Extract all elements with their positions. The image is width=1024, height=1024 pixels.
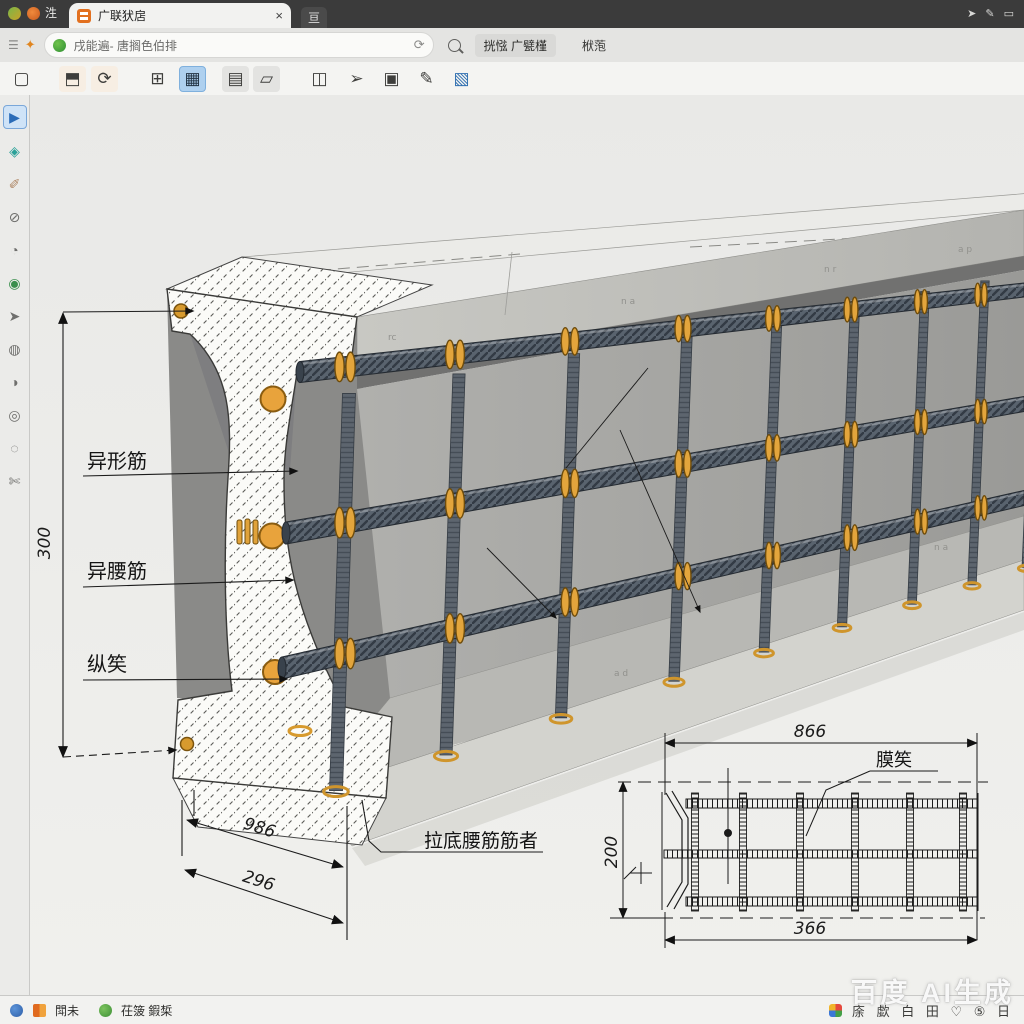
task-label-2[interactable]: 茌箥 鍜椞 [121, 1002, 172, 1019]
tool-orbit[interactable]: ⟳ [91, 66, 118, 92]
faint-mark: rc [388, 333, 397, 343]
status-bar: 閗未 茌箥 鍜椞 庩 歔 白 田 ♡ ⑤ 日 [0, 995, 1024, 1024]
layers-icon: ▤ [227, 69, 243, 89]
search-icon[interactable] [448, 39, 461, 52]
faint-mark: n a [934, 543, 948, 553]
frame-icon: ▢ [13, 69, 29, 89]
sidebar-pin-icon[interactable]: ➤ [4, 305, 26, 327]
url-field[interactable]: 戌能遍- 唐搁色伯排 ⟳ [44, 32, 434, 58]
office-task-icon[interactable] [33, 1004, 46, 1017]
excel-task-icon[interactable] [99, 1004, 112, 1017]
bar-end-mid [260, 524, 285, 549]
slab-icon: ▱ [260, 69, 273, 89]
site-icon [53, 39, 66, 52]
label-profile-bar: 异形筋 [87, 449, 147, 473]
tab-close-icon[interactable]: × [275, 8, 283, 23]
sidebar-scissors-icon[interactable]: ✄ [4, 470, 26, 492]
sidebar-diamond-icon[interactable]: ◈ [4, 140, 26, 162]
sidebar-orbit-icon[interactable]: ◔ [4, 239, 26, 261]
refresh-icon[interactable]: ⟳ [414, 37, 425, 53]
image-icon: ▧ [453, 69, 469, 89]
section-icon: ⬒ [64, 69, 80, 89]
grid-plus-icon: ⊞ [150, 69, 164, 89]
arrow-icon: ➢ [349, 69, 363, 89]
tool-annotate[interactable]: ✎ [413, 66, 440, 92]
tool-image[interactable]: ▧ [448, 66, 475, 92]
tray-icons[interactable]: 庩 歔 白 田 ♡ ⑤ 日 [852, 1001, 1014, 1020]
tool-flow[interactable]: ➢ [343, 66, 370, 92]
pen-icon: ✎ [419, 69, 433, 89]
tool-cage[interactable]: ◫ [306, 66, 333, 92]
tool-slab[interactable]: ▱ [253, 66, 280, 92]
faint-mark: a p [958, 245, 972, 255]
sidebar-shade-icon[interactable]: ◍ [4, 338, 26, 360]
window-label: 泩 [45, 4, 57, 21]
cage-icon: ◫ [311, 69, 327, 89]
detail-dim-bottom: 366 [794, 919, 827, 939]
detail-dim-side: 200 [602, 836, 622, 868]
tab-strip: 泩 广联犾扂 × 亘 ➤ ✎ ▭ [0, 0, 1024, 28]
tool-select-frame[interactable]: ▢ [8, 66, 35, 92]
browser-task-icon[interactable] [10, 1004, 23, 1017]
faint-mark: a d [614, 669, 628, 679]
color-palette-icon[interactable] [829, 1004, 842, 1017]
sidebar-ring-icon[interactable]: ◌ [4, 437, 26, 459]
dim-height: 300 [35, 527, 55, 559]
tool-rebar-grid[interactable]: ▦ [179, 66, 206, 92]
dim-width-2: 296 [240, 867, 277, 896]
tool-save-view[interactable]: ▣ [378, 66, 405, 92]
label-longitudinal-bar: 纵笶 [87, 652, 127, 676]
search-hint-chip[interactable]: 挄惤 广甓槿 [475, 34, 556, 57]
sidebar-globe-icon[interactable]: ◉ [4, 272, 26, 294]
detail-drawing [610, 733, 988, 948]
drawing-canvas[interactable]: 300 异形筋 异腰筋 纵笶 986 296 拉底腰筋筋者 rc n r a p… [30, 95, 1024, 995]
detail-dim-top: 866 [794, 722, 827, 742]
orbit-icon: ⟳ [97, 69, 111, 89]
edit-icon[interactable]: ✎ [985, 7, 994, 20]
search-hint-secondary[interactable]: 栿萢 [582, 37, 606, 54]
sidebar-target-icon[interactable]: ◎ [4, 404, 26, 426]
tab-favicon-icon [77, 9, 91, 23]
tool-grid-new[interactable]: ⊞ [144, 66, 171, 92]
detail-label: 膜笶 [876, 750, 912, 771]
new-tab-button[interactable]: 亘 [301, 7, 327, 28]
tool-layers[interactable]: ▤ [222, 66, 249, 92]
share-icon[interactable]: ➤ [967, 7, 976, 20]
beam-drawing: 300 异形筋 异腰筋 纵笶 986 296 拉底腰筋筋者 rc n r a p… [30, 95, 1024, 995]
sidebar-pointer-icon[interactable]: ▶ [3, 105, 27, 129]
sidebar-contrast-icon[interactable]: ◑ [4, 371, 26, 393]
faint-mark: n r [824, 265, 837, 275]
system-tray: 庩 歔 白 田 ♡ ⑤ 日 [829, 1001, 1024, 1020]
faint-mark: n a [621, 297, 635, 307]
system-green-icon[interactable] [8, 7, 21, 20]
window-icon[interactable]: ▭ [1004, 7, 1014, 20]
tool-sidebar: ▶ ◈ ✐ ⊘ ◔ ◉ ➤ ◍ ◑ ◎ ◌ ✄ [0, 95, 30, 995]
label-tie-bar: 拉底腰筋筋者 [424, 830, 538, 852]
system-orange-icon[interactable] [27, 7, 40, 20]
sidebar-pencil-icon[interactable]: ✐ [4, 173, 26, 195]
tab-title: 广联犾扂 [98, 7, 269, 24]
browser-tab[interactable]: 广联犾扂 × [69, 3, 291, 28]
task-label-1[interactable]: 閗未 [55, 1002, 79, 1019]
save-icon: ▣ [383, 69, 399, 89]
tool-section[interactable]: ⬒ [59, 66, 86, 92]
url-text[interactable]: 戌能遍- 唐搁色伯排 [74, 37, 414, 54]
app-window: 泩 广联犾扂 × 亘 ➤ ✎ ▭ ☰ ✦ 戌能遍- 唐搁色伯排 ⟳ 挄惤 广甓槿… [0, 0, 1024, 1024]
rebar-grid-icon: ▦ [184, 69, 200, 89]
address-bar: ☰ ✦ 戌能遍- 唐搁色伯排 ⟳ 挄惤 广甓槿 栿萢 [0, 28, 1024, 63]
label-waist-bar: 异腰筋 [87, 559, 147, 583]
cad-toolbar: ▢ ⬒ ⟳ ⊞ ▦ ▤ ▱ ◫ ➢ ▣ ✎ ▧ [0, 62, 1024, 96]
sidebar-disable-icon[interactable]: ⊘ [4, 206, 26, 228]
extension-icon[interactable]: ✦ [25, 37, 36, 53]
bar-end-top [261, 387, 286, 412]
menu-icon[interactable]: ☰ [8, 38, 19, 52]
